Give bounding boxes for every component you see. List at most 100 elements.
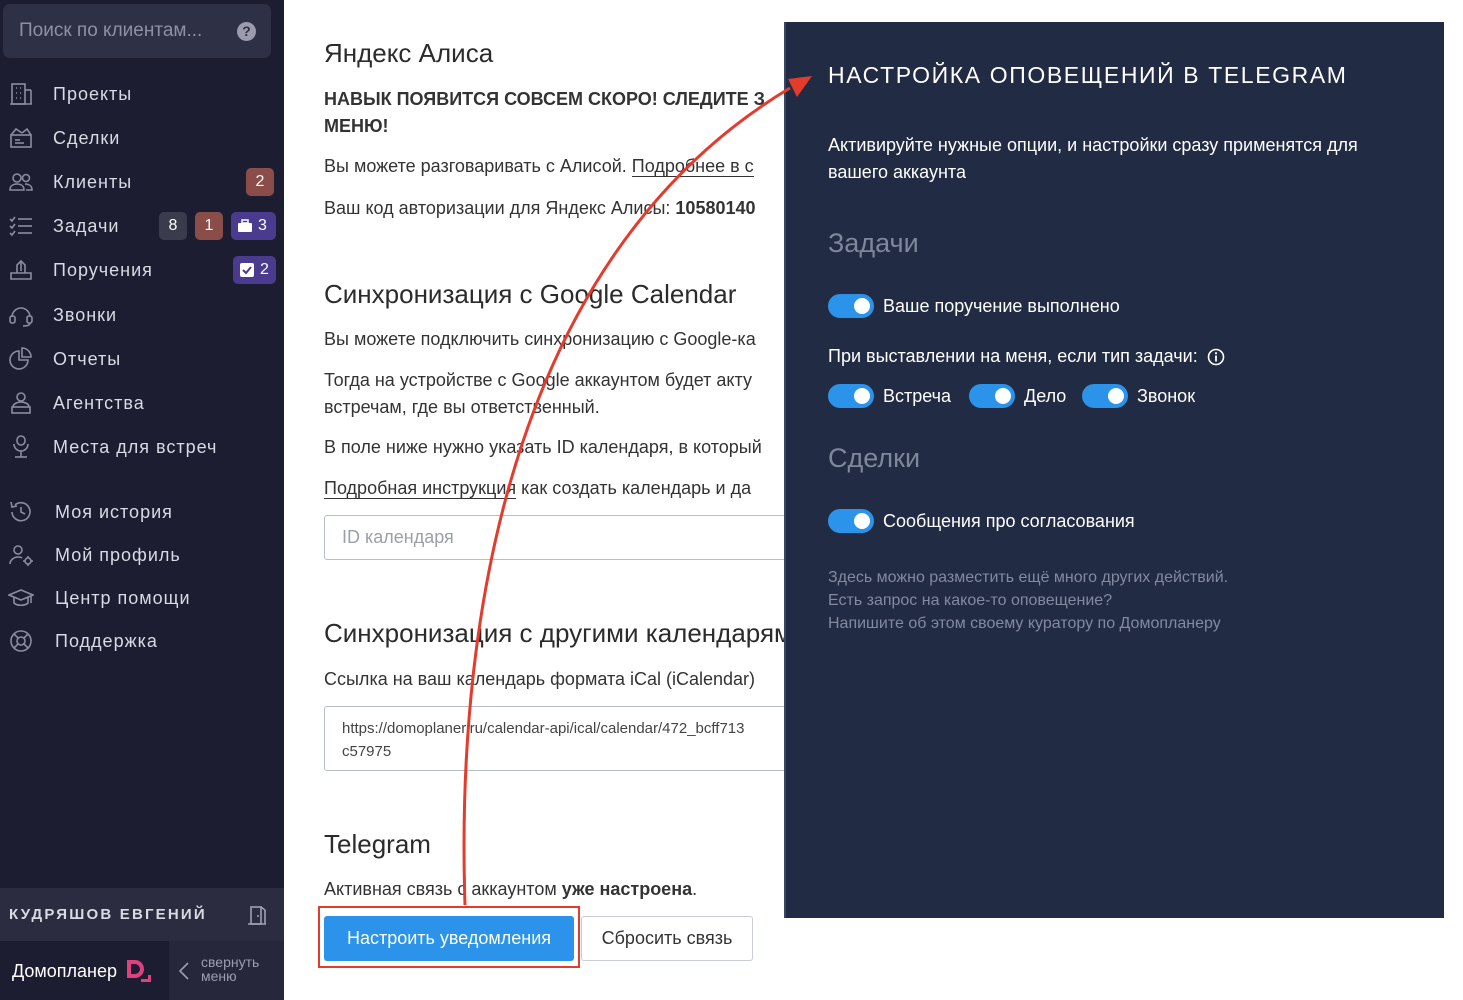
collapse-menu-button[interactable]: свернуть меню xyxy=(169,941,284,1000)
gcal-instruction-rest: как создать календарь и да xyxy=(516,478,752,498)
ical-url-line2: c57975 xyxy=(342,743,392,760)
sidebar-item-projects[interactable]: Проекты xyxy=(0,74,284,114)
other-cal-title: Синхронизация с другими календарями xyxy=(324,618,807,648)
assignments-badge-count: 2 xyxy=(260,261,269,278)
search-input[interactable] xyxy=(3,4,233,58)
sidebar-item-calls[interactable]: Звонки xyxy=(0,295,284,335)
sidebar-item-reports[interactable]: Отчеты xyxy=(0,339,284,379)
sidebar-item-label: Отчеты xyxy=(53,348,122,369)
alice-auth-label: Ваш код авторизации для Яндекс Алисы: xyxy=(324,198,676,218)
sidebar-item-help-center[interactable]: Центр помощи xyxy=(0,578,284,618)
option-label: Звонок xyxy=(1137,385,1196,406)
tasks-badge-overdue[interactable]: 1 xyxy=(195,212,223,240)
sidebar-item-label: Поддержка xyxy=(55,630,158,651)
headset-icon xyxy=(8,302,34,328)
sidebar-item-history[interactable]: Моя история xyxy=(0,492,284,532)
configure-notifications-button[interactable]: Настроить уведомления xyxy=(324,916,574,961)
sidebar-item-label: Центр помощи xyxy=(55,587,191,608)
sidebar-item-label: Поручения xyxy=(53,259,153,280)
tasks-badge-work[interactable]: 3 xyxy=(231,212,276,240)
option-assignment-done: Ваше поручение выполнено xyxy=(828,294,1120,318)
task-list-icon xyxy=(8,213,34,239)
sidebar-item-label: Сделки xyxy=(53,127,121,148)
gcal-line4: В поле ниже нужно указать ID календаря, … xyxy=(324,437,762,457)
telegram-status-label: Активная связь с аккаунтом xyxy=(324,879,562,899)
option-label: Ваше поручение выполнено xyxy=(883,295,1120,316)
tasks-heading: Задачи xyxy=(828,228,919,258)
graduation-cap-icon xyxy=(6,585,36,611)
telegram-settings-panel: НАСТРОЙКА ОПОВЕЩЕНИЙ В TELEGRAM Активиру… xyxy=(784,22,1444,918)
telegram-status-value: уже настроена xyxy=(561,879,693,899)
user-bar: КУДРЯШОВ ЕВГЕНИЙ xyxy=(0,888,284,941)
alice-auth-code: 10580140 xyxy=(675,198,756,218)
panel-title: НАСТРОЙКА ОПОВЕЩЕНИЙ В TELEGRAM xyxy=(828,62,1348,88)
calendar-id-input[interactable] xyxy=(325,516,793,559)
sidebar-item-label: Моя история xyxy=(55,501,173,522)
profile-settings-icon xyxy=(8,542,34,568)
briefcase-icon xyxy=(238,219,252,232)
assignments-badge[interactable]: 2 xyxy=(233,256,276,284)
reset-connection-button[interactable]: Сбросить связь xyxy=(581,916,753,961)
option-meeting: Встреча xyxy=(828,384,951,408)
alice-talk-label: Вы можете разговаривать с Алисой. xyxy=(324,156,632,176)
sidebar-item-label: Клиенты xyxy=(53,171,133,192)
toggle-call[interactable] xyxy=(1082,384,1128,408)
assignment-icon xyxy=(8,257,34,283)
clients-badge[interactable]: 2 xyxy=(246,168,274,196)
meeting-place-icon xyxy=(8,434,34,460)
alice-more-link[interactable]: Подробнее в с xyxy=(631,156,754,177)
tasks-badge-work-count: 3 xyxy=(258,217,267,234)
building-icon xyxy=(8,81,34,107)
telegram-title: Telegram xyxy=(324,829,431,859)
ical-label: Ссылка на ваш календарь формата iCal (iC… xyxy=(324,669,756,689)
sidebar-item-label: Задачи xyxy=(53,215,120,236)
history-icon xyxy=(8,499,34,525)
users-icon xyxy=(8,169,34,195)
option-call: Звонок xyxy=(1082,384,1195,408)
deals-heading: Сделки xyxy=(828,443,921,473)
panel-note-line3: Напишите об этом своему куратору по Домо… xyxy=(828,615,1221,632)
toggle-meeting[interactable] xyxy=(828,384,874,408)
gcal-line3: встречам, где вы ответственный. xyxy=(324,397,600,417)
toggle-approvals[interactable] xyxy=(828,509,874,533)
gcal-instruction-link[interactable]: Подробная инструкция xyxy=(324,478,517,499)
sidebar: ? Проекты Сделки Клиенты 2 Задачи 8 1 3 xyxy=(0,0,284,1000)
logout-icon[interactable] xyxy=(246,904,268,926)
ical-url-line1: https://domoplaner.ru/calendar-api/ical/… xyxy=(342,720,745,737)
assign-prompt: При выставлении на меня, если тип задачи… xyxy=(828,346,1225,367)
sidebar-item-support[interactable]: Поддержка xyxy=(0,621,284,661)
sidebar-item-tasks[interactable]: Задачи 8 1 3 xyxy=(0,206,284,246)
sidebar-item-clients[interactable]: Клиенты 2 xyxy=(0,162,284,202)
toggle-assignment-done[interactable] xyxy=(828,294,874,318)
ical-url-field[interactable]: https://domoplaner.ru/calendar-api/ical/… xyxy=(324,706,794,771)
user-name[interactable]: КУДРЯШОВ ЕВГЕНИЙ xyxy=(9,906,207,923)
sidebar-item-label: Места для встреч xyxy=(53,436,218,457)
collapse-menu-label-line2: меню xyxy=(201,968,237,984)
info-icon[interactable] xyxy=(1207,348,1225,366)
client-search: ? xyxy=(3,4,271,58)
option-approvals: Сообщения про согласования xyxy=(828,509,1135,533)
sidebar-item-label: Проекты xyxy=(53,83,133,104)
sidebar-item-deals[interactable]: Сделки xyxy=(0,118,284,158)
gcal-line1: Вы можете подключить синхронизацию с Goo… xyxy=(324,329,756,349)
tasks-badge-total[interactable]: 8 xyxy=(159,212,187,240)
agency-icon xyxy=(8,390,34,416)
sidebar-item-profile[interactable]: Мой профиль xyxy=(0,535,284,575)
alice-notice-line2: МЕНЮ! xyxy=(324,116,389,136)
brand-name: Домопланер xyxy=(12,961,118,981)
option-case: Дело xyxy=(969,384,1066,408)
calendar-id-field xyxy=(324,515,794,560)
alice-notice-line1: НАВЫК ПОЯВИТСЯ СОВСЕМ СКОРО! СЛЕДИТЕ З xyxy=(324,89,765,109)
toggle-case[interactable] xyxy=(969,384,1015,408)
pie-chart-icon xyxy=(8,346,34,372)
help-icon[interactable]: ? xyxy=(237,22,256,41)
collapse-menu-label: свернуть меню xyxy=(201,955,281,983)
panel-note-line2: Есть запрос на какое-то оповещение? xyxy=(828,592,1113,609)
alice-title: Яндекс Алиса xyxy=(324,38,494,68)
sidebar-item-meeting-places[interactable]: Места для встреч xyxy=(0,427,284,467)
sidebar-item-label: Мой профиль xyxy=(55,544,181,565)
sidebar-item-assignments[interactable]: Поручения 2 xyxy=(0,250,284,290)
sidebar-item-agencies[interactable]: Агентства xyxy=(0,383,284,423)
telegram-status: Активная связь с аккаунтом уже настроена… xyxy=(324,879,697,900)
chevron-left-icon xyxy=(177,961,191,981)
